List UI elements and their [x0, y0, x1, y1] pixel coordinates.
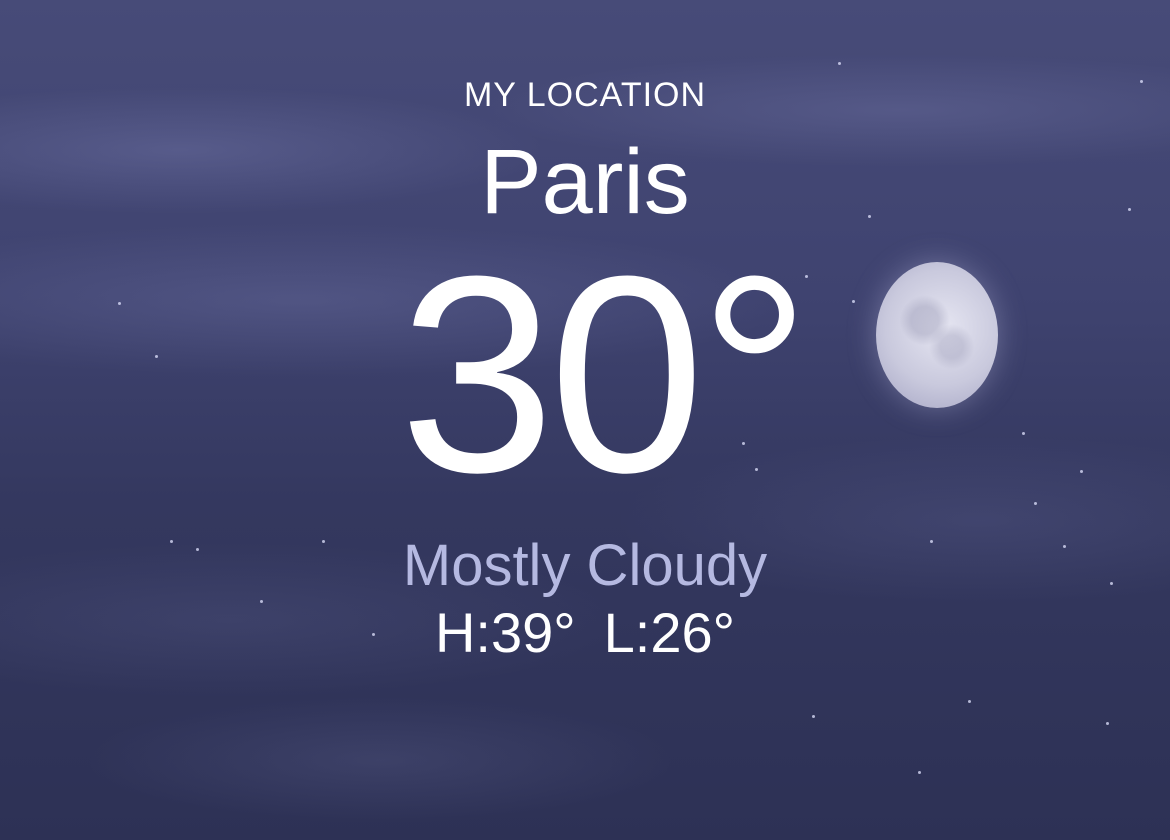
high-low-temperatures: H:39° L:26°: [0, 600, 1170, 665]
weather-header: MY LOCATION Paris 30° Mostly Cloudy H:39…: [0, 0, 1170, 840]
high-temperature: H:39°: [434, 601, 576, 664]
location-label: MY LOCATION: [463, 76, 707, 114]
condition-text: Mostly Cloudy: [402, 533, 768, 598]
low-temperature: L:26°: [603, 601, 736, 664]
current-temperature: 30°: [399, 219, 810, 531]
